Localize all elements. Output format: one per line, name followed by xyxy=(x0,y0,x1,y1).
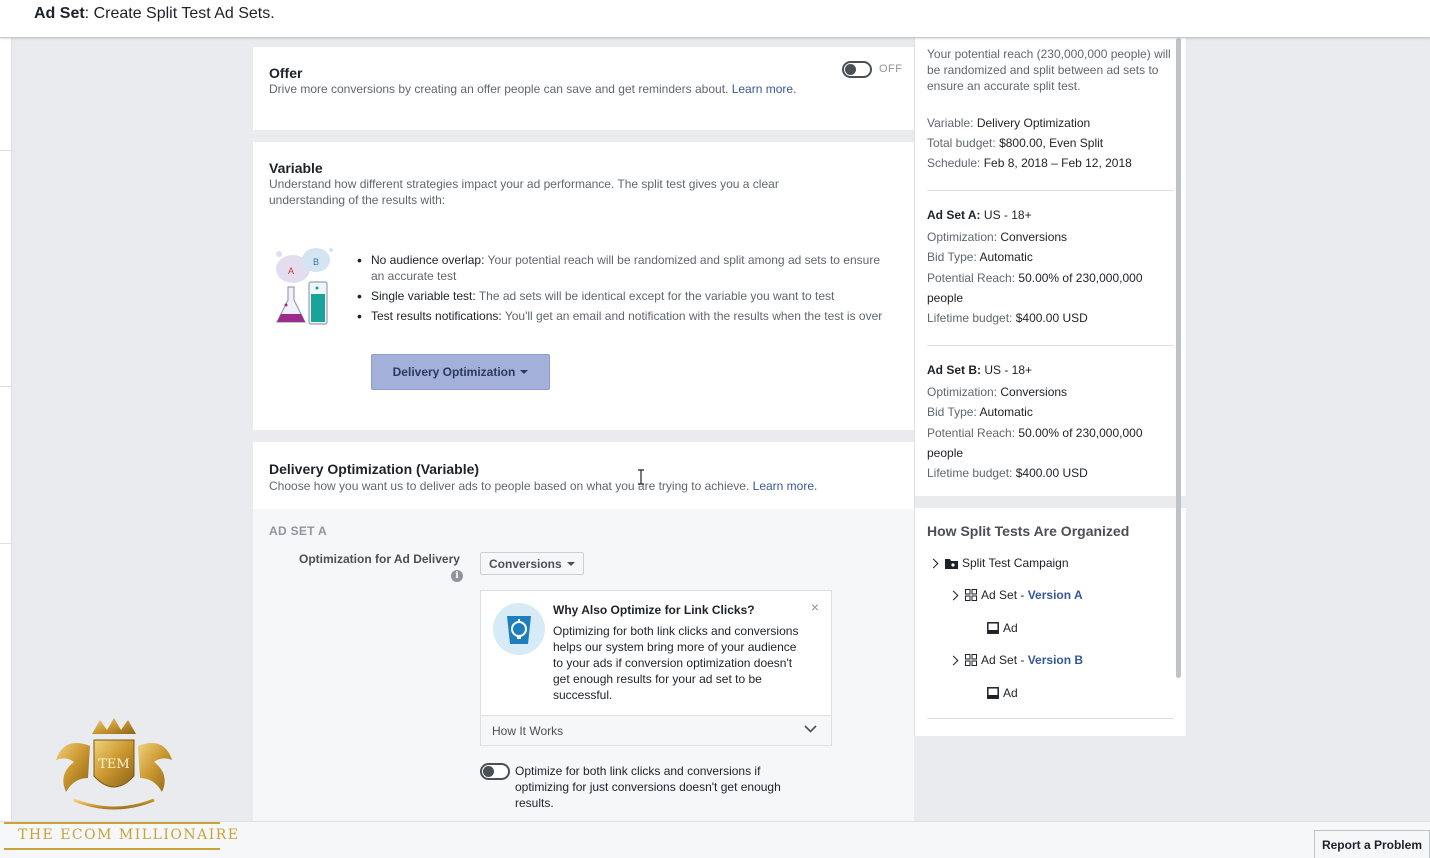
chevron-down-icon xyxy=(520,370,529,374)
grid-icon xyxy=(965,589,977,601)
offer-title: Offer xyxy=(269,65,303,81)
grid-icon xyxy=(965,654,977,666)
summary-intro: Your potential reach (230,000,000 people… xyxy=(927,47,1171,93)
optimization-field-label: Optimization for Ad Delivery xyxy=(299,552,460,566)
ad-set-a-label: AD SET A xyxy=(269,524,327,538)
summary-scrollbar[interactable] xyxy=(1176,38,1181,678)
delivery-description: Choose how you want us to deliver ads to… xyxy=(269,479,818,493)
ad-set-a-section: AD SET A Optimization for Ad Delivery i … xyxy=(253,509,914,821)
offer-learn-more-link[interactable]: Learn more. xyxy=(732,82,797,96)
top-bar: Ad Set: Create Split Test Ad Sets. xyxy=(0,0,1430,38)
variable-card: Variable Understand how different strate… xyxy=(253,142,914,430)
variable-benefits-list: No audience overlap: Your potential reac… xyxy=(353,252,893,328)
summary-variable: Variable: Delivery Optimization xyxy=(927,116,1091,130)
split-test-summary-panel: Your potential reach (230,000,000 people… xyxy=(914,38,1186,736)
page-title: Ad Set: Create Split Test Ad Sets. xyxy=(34,5,275,22)
lightbulb-icon xyxy=(493,603,545,655)
optimization-select[interactable]: Conversions xyxy=(480,552,584,575)
delivery-optimization-card: Delivery Optimization (Variable) Choose … xyxy=(253,442,914,509)
link-clicks-toggle[interactable] xyxy=(480,763,510,780)
main-column: Offer Drive more conversions by creating… xyxy=(253,38,914,821)
summary-schedule: Schedule: Feb 8, 2018 – Feb 12, 2018 xyxy=(927,156,1132,170)
crest-icon: TEM xyxy=(56,718,172,810)
variable-description: Understand how different strategies impa… xyxy=(269,177,779,207)
variable-select-button[interactable]: Delivery Optimization xyxy=(371,354,550,390)
chevron-right-icon xyxy=(948,590,959,600)
benefit-notifications: Test results notifications: You'll get a… xyxy=(353,308,893,324)
variable-title: Variable xyxy=(269,160,323,176)
ad-icon xyxy=(987,687,999,699)
watermark-logo: TEM THE ECOM MILLIONAIRE xyxy=(4,716,238,850)
tree-ad-set-a[interactable]: Ad Set - Version A xyxy=(948,588,1083,602)
benefit-no-overlap: No audience overlap: Your potential reac… xyxy=(353,252,893,284)
how-it-works-label: How It Works xyxy=(492,724,564,738)
illustration-label-b: B xyxy=(313,257,319,267)
offer-toggle-state: OFF xyxy=(879,63,903,75)
tree-campaign[interactable]: Split Test Campaign xyxy=(928,556,1069,570)
chevron-down-icon xyxy=(804,725,817,733)
link-clicks-tip-box: Why Also Optimize for Link Clicks? Optim… xyxy=(480,590,832,746)
close-icon[interactable]: × xyxy=(811,599,819,615)
tip-title: Why Also Optimize for Link Clicks? xyxy=(553,603,755,617)
info-icon[interactable]: i xyxy=(451,570,463,582)
report-problem-button[interactable]: Report a Problem xyxy=(1313,830,1430,858)
tree-ad-b[interactable]: Ad xyxy=(987,686,1018,700)
illustration-label-a: A xyxy=(288,266,294,276)
split-test-illustration: A B xyxy=(276,248,333,325)
tip-body: Optimizing for both link clicks and conv… xyxy=(553,624,799,702)
offer-toggle[interactable] xyxy=(842,61,872,78)
chevron-right-icon xyxy=(928,558,939,568)
folder-icon xyxy=(945,558,958,569)
logo-text: THE ECOM MILLIONAIRE xyxy=(18,827,240,843)
offer-card: Offer Drive more conversions by creating… xyxy=(253,47,914,130)
summary-total-budget: Total budget: $800.00, Even Split xyxy=(927,136,1104,150)
tree-ad-a[interactable]: Ad xyxy=(987,621,1018,635)
logo-monogram: TEM xyxy=(98,757,129,772)
how-it-works-expander[interactable]: How It Works xyxy=(481,715,831,745)
organization-title: How Split Tests Are Organized xyxy=(927,523,1130,539)
chevron-right-icon xyxy=(948,655,959,665)
benefit-single-variable: Single variable test: The ad sets will b… xyxy=(353,288,893,304)
delivery-learn-more-link[interactable]: Learn more. xyxy=(753,479,818,493)
offer-description: Drive more conversions by creating an of… xyxy=(269,82,797,96)
link-clicks-toggle-text: Optimize for both link clicks and conver… xyxy=(515,764,781,810)
ad-icon xyxy=(987,622,999,634)
tree-ad-set-b[interactable]: Ad Set - Version B xyxy=(948,653,1083,667)
chevron-down-icon xyxy=(566,561,575,566)
delivery-title: Delivery Optimization (Variable) xyxy=(269,461,480,477)
text-cursor-icon xyxy=(638,469,644,485)
